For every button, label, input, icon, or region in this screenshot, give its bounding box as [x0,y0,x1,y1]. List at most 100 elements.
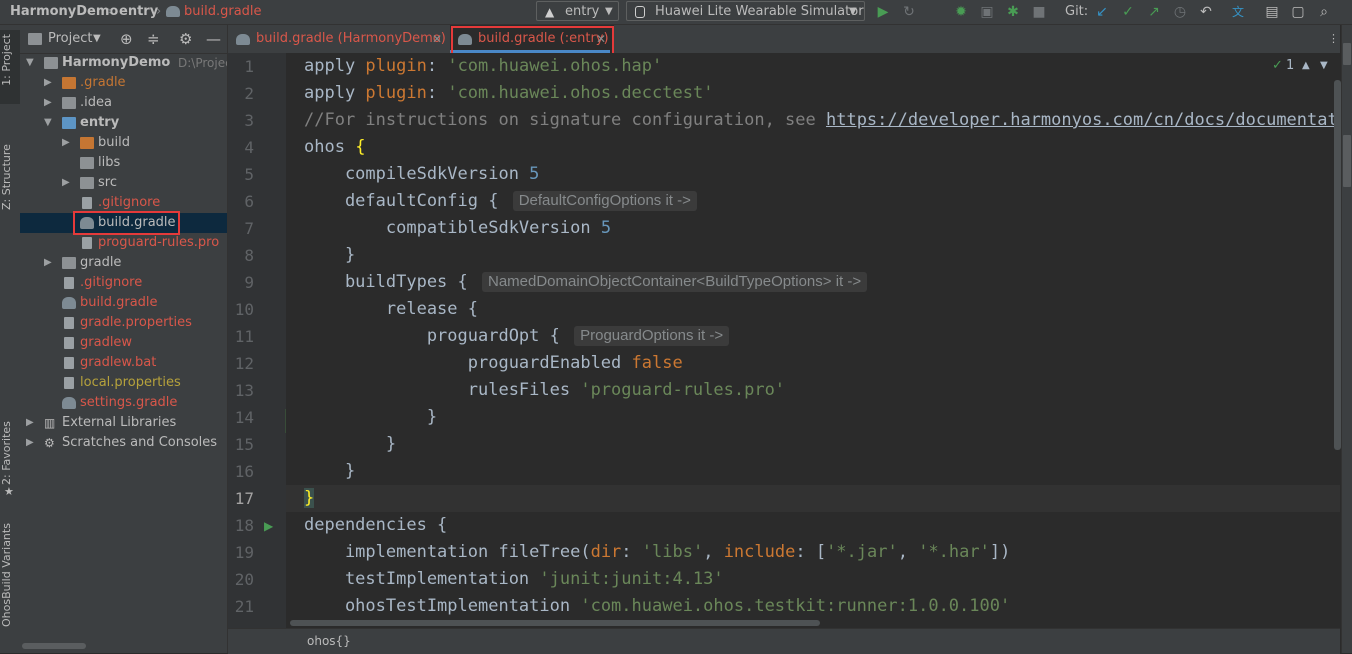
stop-icon[interactable]: ■ [1030,3,1048,21]
tree-item-label: settings.gradle [80,395,178,410]
tree-item-entry-gitignore[interactable]: .gitignore [20,193,227,213]
tree-item-idea[interactable]: ▶ .idea [20,93,227,113]
line-number: 8 [244,246,254,265]
breadcrumb-module[interactable]: entry [119,0,158,24]
collapse-all-icon[interactable]: ≑ [147,25,160,53]
tree-item-gradle-properties[interactable]: gradle.properties [20,313,227,333]
vertical-scrollbar[interactable] [1334,80,1341,450]
tree-item-label: gradle [80,255,122,270]
tree-item-label: proguard-rules.pro [98,235,220,250]
tree-item-gradlew-bat[interactable]: gradlew.bat [20,353,227,373]
build-variants-tool-tab[interactable]: OhosBuild Variants [0,517,20,627]
tree-item-entry[interactable]: ▼ entry [20,113,227,133]
line-number: 11 [234,327,254,346]
main-toolbar: HarmonyDemo › entry › build.gradle ▲ ent… [0,0,1352,25]
code-editor[interactable]: apply plugin: 'com.huawei.ohos.hap' appl… [286,53,1340,628]
profile-icon[interactable]: ✱ [1004,3,1022,21]
project-structure-icon[interactable]: ▤ [1263,3,1281,21]
chevron-down-icon[interactable]: ▼ [1320,56,1328,76]
tree-root[interactable]: ▼ HarmonyDemo D:\Project_ [20,53,227,73]
root-name: HarmonyDemo [62,55,171,70]
code-line-16: } [304,461,356,481]
scratches-icon: ⚙ [44,436,55,450]
translate-icon[interactable]: 文 [1229,3,1247,21]
tree-item-label: build.gradle [80,295,158,310]
git-push-icon[interactable]: ↗ [1145,3,1163,21]
structure-breadcrumb[interactable]: ohos{} [307,629,351,654]
run-gutter-icon[interactable]: ▶ [264,519,273,533]
root-path: D:\Project_ [178,56,227,70]
project-panel-header: Project ▼ ⊕ ≑ ⚙ — [20,25,227,54]
project-panel: Project ▼ ⊕ ≑ ⚙ — ▼ HarmonyDemo D:\Proje… [20,25,228,653]
file-icon [64,277,74,289]
chevron-up-icon[interactable]: ▲ [1302,56,1310,76]
run-config-label: entry [565,4,600,19]
tree-item-build-dir[interactable]: ▶ build [20,133,227,153]
git-update-icon[interactable]: ↙ [1093,3,1111,21]
layout-icon[interactable]: ▢ [1289,3,1307,21]
horizontal-scrollbar[interactable] [290,620,820,626]
line-number: 21 [234,597,254,616]
tree-item-gradlew[interactable]: gradlew [20,333,227,353]
search-icon[interactable]: ⌕ [1315,3,1333,21]
tree-item-proguard[interactable]: proguard-rules.pro [20,233,227,253]
collapsed-arrow-icon[interactable]: ▶ [26,433,36,453]
tree-item-external-libraries[interactable]: ▶ ▥ External Libraries [20,413,227,433]
hide-panel-icon[interactable]: — [206,25,221,53]
line-number: 14 [234,408,254,427]
horizontal-scrollbar[interactable] [22,643,86,649]
tree-item-root-build-gradle[interactable]: build.gradle [20,293,227,313]
tree-item-src[interactable]: ▶ src [20,173,227,193]
close-icon[interactable]: ✕ [432,25,442,53]
folder-icon [62,257,76,269]
watch-icon [635,6,645,18]
previewer-tool-tab[interactable] [1343,135,1351,187]
gear-icon[interactable]: ⚙ [179,25,192,53]
run-config-select[interactable]: ▲ entry ▼ [536,1,619,21]
breadcrumb-file[interactable]: build.gradle [184,0,262,24]
collapsed-arrow-icon[interactable]: ▶ [44,253,54,273]
folder-icon [62,97,76,109]
expanded-arrow-icon[interactable]: ▼ [44,113,54,133]
tree-item-gradle-dir[interactable]: ▶ .gradle [20,73,227,93]
collapsed-arrow-icon[interactable]: ▶ [62,173,72,193]
code-line-1: apply plugin: 'com.huawei.ohos.hap' [304,56,663,76]
collapsed-arrow-icon[interactable]: ▶ [26,413,36,433]
tree-item-label: .idea [80,95,112,110]
git-commit-icon[interactable]: ✓ [1119,3,1137,21]
run-icon[interactable]: ▶ [874,3,892,21]
debug-icon[interactable]: ✹ [952,3,970,21]
documentation-link[interactable]: https://developer.harmonyos.com/cn/docs/… [826,110,1340,130]
tree-item-gradle[interactable]: ▶ gradle [20,253,227,273]
inspection-widget[interactable]: ✓ 1 ▲ ▼ [1272,56,1336,76]
more-tabs-icon[interactable]: ⋮ [1328,25,1339,53]
tree-item-root-gitignore[interactable]: .gitignore [20,273,227,293]
tree-item-settings-gradle[interactable]: settings.gradle [20,393,227,413]
collapsed-arrow-icon[interactable]: ▶ [44,73,54,93]
favorites-tool-tab[interactable]: 2: Favorites [0,415,20,485]
tree-item-libs[interactable]: libs [20,153,227,173]
gradle-elephant-icon [166,6,180,17]
project-tool-tab[interactable]: 1: Project [0,30,20,104]
gradle-tool-tab[interactable] [1343,43,1351,65]
device-label: Huawei Lite Wearable Simulator [655,4,864,19]
locate-file-icon[interactable]: ⊕ [120,25,133,53]
structure-tool-tab[interactable]: Z: Structure [0,120,20,210]
undo-icon[interactable]: ↶ [1197,3,1215,21]
project-view-select[interactable]: Project [48,25,92,53]
check-icon: ✓ [1272,58,1283,73]
editor-tab-bar: build.gradle (HarmonyDemo) ✕ build.gradl… [228,25,1340,55]
tree-item-scratches[interactable]: ▶ ⚙ Scratches and Consoles [20,433,227,453]
current-line-highlight [286,485,1340,512]
expanded-arrow-icon[interactable]: ▼ [26,53,36,73]
collapsed-arrow-icon[interactable]: ▶ [44,93,54,113]
device-select[interactable]: Huawei Lite Wearable Simulator ▼ [626,1,865,21]
collapsed-arrow-icon[interactable]: ▶ [62,133,72,153]
chevron-down-icon[interactable]: ▼ [93,25,101,53]
tree-item-local-properties[interactable]: local.properties [20,373,227,393]
git-history-icon[interactable]: ◷ [1171,3,1189,21]
breadcrumb-project[interactable]: HarmonyDemo [10,0,118,24]
tab-root-build-gradle[interactable]: build.gradle (HarmonyDemo) ✕ [228,25,448,53]
rerun-icon[interactable]: ↻ [900,3,918,21]
attach-debugger-icon[interactable]: ▣ [978,3,996,21]
